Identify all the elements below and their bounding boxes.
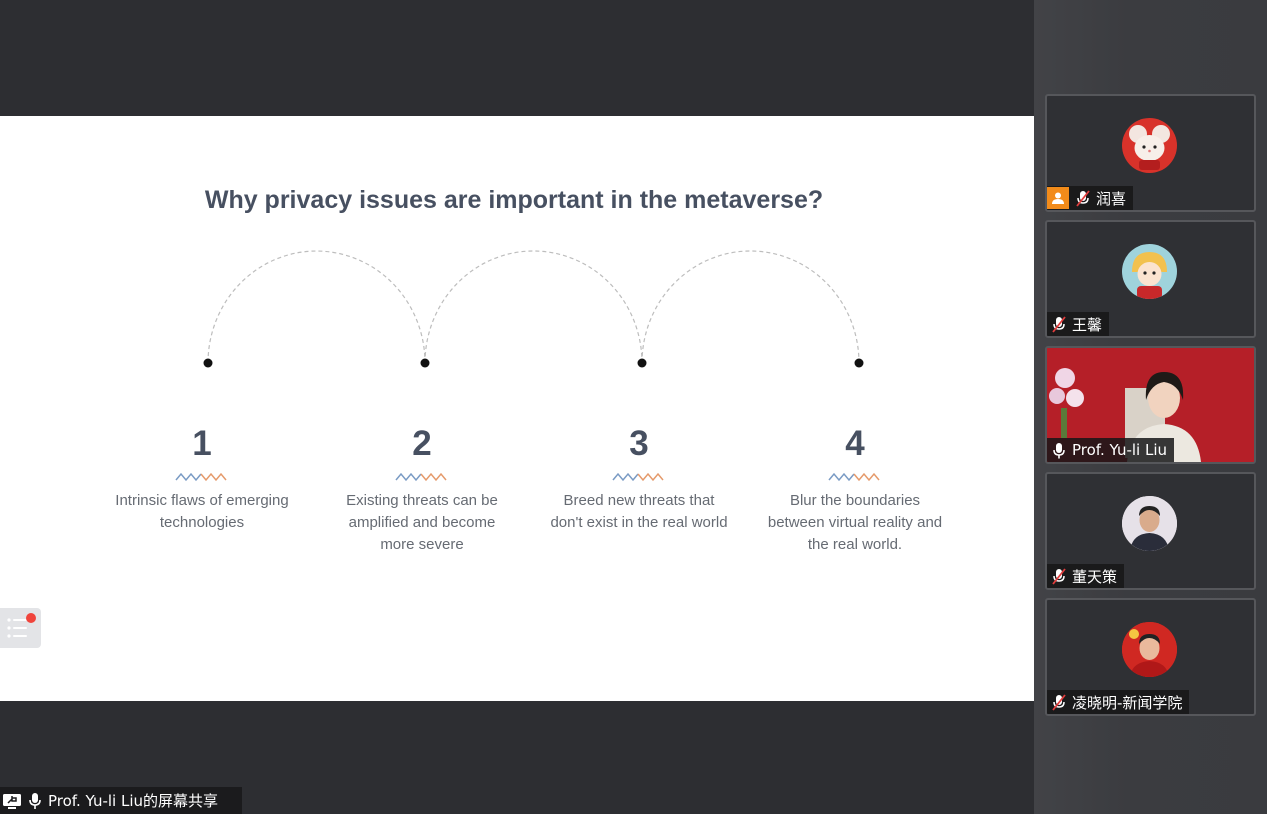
host-user-icon	[1047, 187, 1069, 209]
node-1	[203, 358, 213, 368]
cartoon-mouse-avatar	[1122, 118, 1177, 173]
participant-name: 王馨	[1072, 315, 1103, 334]
wave-divider-icon	[612, 472, 664, 482]
step-line: the real world.	[807, 536, 903, 553]
step-description: Breed new threats that don't exist in th…	[539, 490, 739, 534]
node-2	[420, 358, 430, 368]
step-number: 2	[412, 424, 432, 463]
step-number: 4	[845, 424, 865, 463]
muted-microphone-icon	[1051, 693, 1067, 711]
step-line: Blur the boundaries	[789, 492, 921, 509]
muted-microphone-icon	[1051, 315, 1067, 333]
step-2: 2 Existing threats can be amplified and …	[322, 424, 522, 556]
participant-name-tag: 凌晓明-新闻学院	[1047, 690, 1190, 714]
screen-share-stage: Why privacy issues are important in the …	[0, 0, 1034, 814]
wave-divider-icon	[828, 472, 880, 482]
screen-share-indicator[interactable]: Prof. Yu-li Liu的屏幕共享	[0, 787, 242, 814]
muted-microphone-icon	[1051, 567, 1067, 585]
arc-2-3	[424, 250, 643, 364]
participant-name: 董天策	[1072, 567, 1118, 586]
participant-tile[interactable]: 凌晓明-新闻学院	[1045, 598, 1256, 716]
step-number: 1	[192, 424, 212, 463]
share-label: Prof. Yu-li Liu的屏幕共享	[48, 792, 219, 810]
presentation-slide: Why privacy issues are important in the …	[0, 116, 1034, 701]
step-line: more severe	[380, 536, 464, 553]
step-description: Intrinsic flaws of emerging technologies	[102, 490, 302, 534]
table-of-contents-button[interactable]	[0, 608, 41, 648]
step-1: 1 Intrinsic flaws of emerging technologi…	[102, 424, 302, 534]
step-4: 4 Blur the boundaries between virtual re…	[755, 424, 955, 556]
step-description: Existing threats can be amplified and be…	[322, 490, 522, 556]
step-line: Intrinsic flaws of emerging	[115, 492, 289, 509]
step-3: 3 Breed new threats that don't exist in …	[539, 424, 739, 534]
participant-name: 润喜	[1096, 189, 1127, 208]
participant-tile[interactable]: 王馨	[1045, 220, 1256, 338]
participant-tile-active-speaker[interactable]: Prof. Yu-li Liu	[1045, 346, 1256, 464]
wave-divider-icon	[395, 472, 447, 482]
participant-gallery: 润喜 王馨 Prof. Yu-li Liu 董天策 凌晓明-新闻学院	[1034, 0, 1267, 814]
microphone-icon	[28, 792, 42, 810]
node-4	[854, 358, 864, 368]
participant-tile[interactable]: 润喜	[1045, 94, 1256, 212]
step-line: technologies	[159, 514, 245, 531]
participant-name: 凌晓明-新闻学院	[1072, 693, 1183, 712]
muted-microphone-icon	[1075, 189, 1091, 207]
arc-1-2	[207, 250, 426, 364]
cartoon-girl-avatar	[1122, 244, 1177, 299]
step-description: Blur the boundaries between virtual real…	[755, 490, 955, 556]
participant-name-tag: 润喜	[1047, 186, 1134, 210]
arc-3-4	[641, 250, 860, 364]
wave-divider-icon	[175, 472, 227, 482]
node-3	[637, 358, 647, 368]
screen-share-icon	[2, 792, 22, 810]
participant-name: Prof. Yu-li Liu	[1072, 441, 1168, 459]
step-line: amplified and become	[348, 514, 496, 531]
participant-tile[interactable]: 董天策	[1045, 472, 1256, 590]
connector-arcs	[203, 250, 864, 368]
step-line: don't exist in the real world	[550, 514, 728, 531]
participant-name-tag: 王馨	[1047, 312, 1110, 336]
step-line: Breed new threats that	[563, 492, 715, 509]
photo-avatar	[1122, 496, 1177, 551]
photo-avatar-red	[1122, 622, 1177, 677]
participant-name-tag: Prof. Yu-li Liu	[1047, 438, 1175, 462]
notification-dot	[26, 613, 36, 623]
microphone-icon	[1051, 442, 1067, 459]
participant-name-tag: 董天策	[1047, 564, 1125, 588]
step-number: 3	[629, 424, 649, 463]
step-line: between virtual reality and	[767, 514, 943, 531]
step-line: Existing threats can be	[346, 492, 498, 509]
